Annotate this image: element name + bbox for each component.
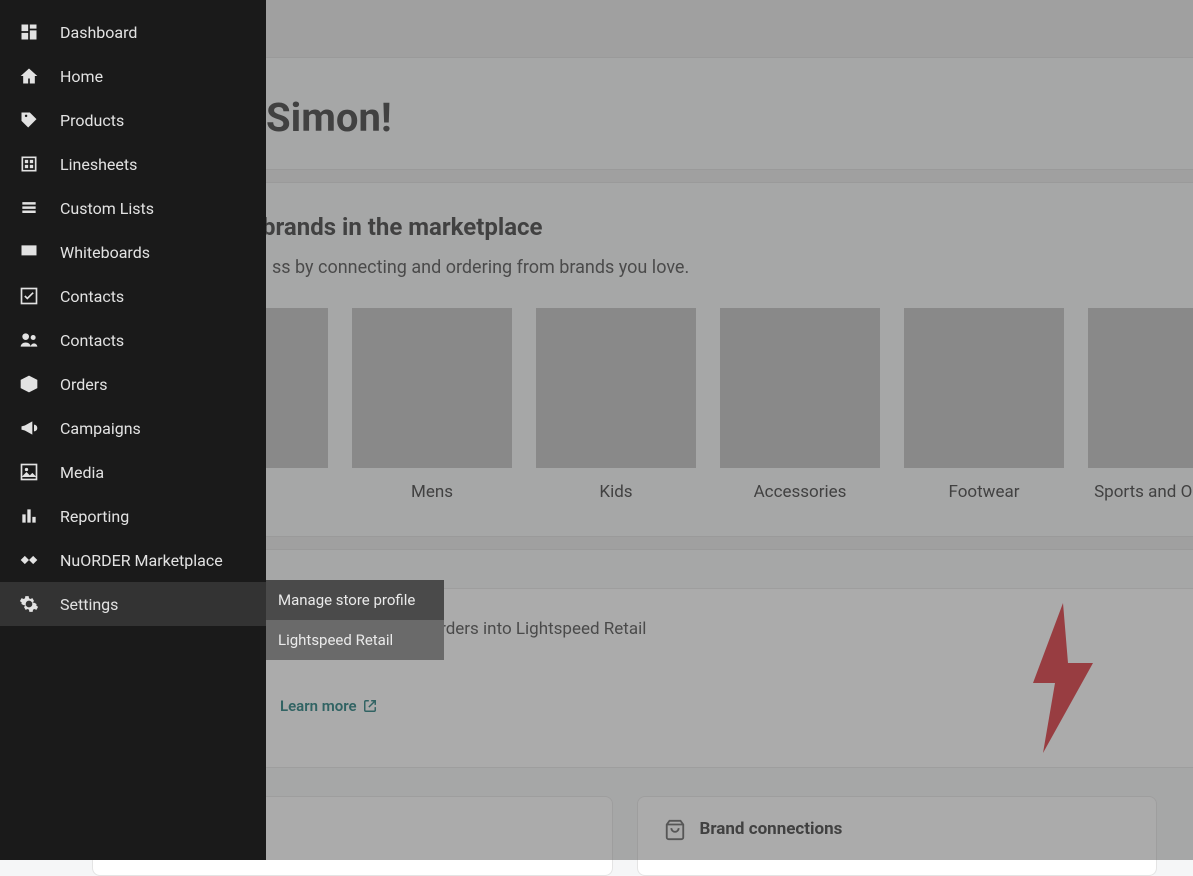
sidebar-item-linesheets[interactable]: Linesheets <box>0 142 266 186</box>
settings-flyout: Manage store profile Lightspeed Retail <box>266 580 444 660</box>
sidebar-item-label: Contacts <box>60 331 124 350</box>
sidebar-item-label: Contacts <box>60 287 124 306</box>
sidebar-item-label: Linesheets <box>60 155 137 174</box>
sidebar-item-home[interactable]: Home <box>0 54 266 98</box>
sidebar-item-orders[interactable]: Orders <box>0 362 266 406</box>
tag-icon <box>18 109 40 131</box>
linesheets-icon <box>18 153 40 175</box>
sidebar-item-products[interactable]: Products <box>0 98 266 142</box>
people-icon <box>18 329 40 351</box>
sidebar-item-label: Home <box>60 67 103 86</box>
sidebar-item-label: Reporting <box>60 507 129 526</box>
bar-chart-icon <box>18 505 40 527</box>
sidebar-item-label: Products <box>60 111 124 130</box>
flyout-item-lightspeed-retail[interactable]: Lightspeed Retail <box>266 620 444 660</box>
sidebar-item-label: Media <box>60 463 104 482</box>
sidebar-item-contacts-2[interactable]: Contacts <box>0 318 266 362</box>
sidebar-item-settings[interactable]: Settings <box>0 582 266 626</box>
sidebar-item-campaigns[interactable]: Campaigns <box>0 406 266 450</box>
sidebar-item-custom-lists[interactable]: Custom Lists <box>0 186 266 230</box>
flyout-item-label: Lightspeed Retail <box>278 631 393 649</box>
dashboard-icon <box>18 21 40 43</box>
sidebar-item-contacts[interactable]: Contacts <box>0 274 266 318</box>
sidebar-item-label: Whiteboards <box>60 243 150 262</box>
gear-icon <box>18 593 40 615</box>
sidebar-item-label: Dashboard <box>60 23 137 42</box>
sidebar-item-label: Orders <box>60 375 107 394</box>
flyout-item-label: Manage store profile <box>278 591 415 609</box>
sidebar-item-reporting[interactable]: Reporting <box>0 494 266 538</box>
box-icon <box>18 373 40 395</box>
sidebar-item-media[interactable]: Media <box>0 450 266 494</box>
flyout-item-manage-store-profile[interactable]: Manage store profile <box>266 580 444 620</box>
sidebar-item-marketplace[interactable]: NuORDER Marketplace <box>0 538 266 582</box>
sidebar-item-label: Settings <box>60 595 118 614</box>
sidebar-item-label: NuORDER Marketplace <box>60 551 223 570</box>
image-icon <box>18 461 40 483</box>
sidebar-item-label: Custom Lists <box>60 199 154 218</box>
check-list-icon <box>18 285 40 307</box>
sidebar-item-dashboard[interactable]: Dashboard <box>0 10 266 54</box>
sidebar-item-label: Campaigns <box>60 419 141 438</box>
handshake-icon <box>18 549 40 571</box>
sidebar: Dashboard Home Products Linesheets Custo… <box>0 0 266 860</box>
list-icon <box>18 197 40 219</box>
home-icon <box>18 65 40 87</box>
megaphone-icon <box>18 417 40 439</box>
whiteboard-icon <box>18 241 40 263</box>
sidebar-item-whiteboards[interactable]: Whiteboards <box>0 230 266 274</box>
